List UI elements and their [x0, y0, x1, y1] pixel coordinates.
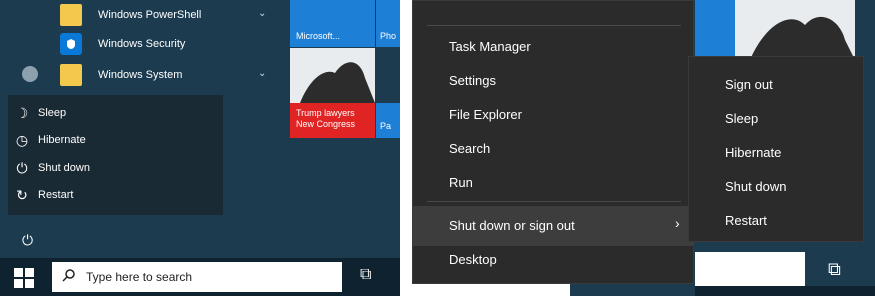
app-label: Windows Security: [98, 38, 186, 50]
task-view-icon[interactable]: ⧉: [360, 266, 371, 284]
sleep-icon: ☽: [15, 104, 29, 121]
app-windows-powershell[interactable]: Windows PowerShell: [60, 2, 201, 28]
submenu-item-hibernate[interactable]: Hibernate: [725, 145, 781, 160]
menu-item-file-explorer[interactable]: File Explorer: [449, 107, 522, 122]
tile-news[interactable]: Trump lawyers New Congress: [290, 103, 375, 138]
submenu-item-restart[interactable]: Restart: [725, 213, 767, 228]
power-icon[interactable]: ⏻: [22, 232, 33, 249]
chevron-down-icon[interactable]: ⌄: [258, 68, 266, 79]
menu-item-shut-down-or-sign-out[interactable]: Shut down or sign out: [449, 218, 575, 233]
folder-icon: [60, 4, 82, 26]
app-windows-security[interactable]: Windows Security: [60, 31, 185, 57]
tile-label: Pa: [380, 121, 392, 131]
task-view-icon[interactable]: ⧉: [828, 259, 841, 280]
search-icon: [62, 268, 76, 287]
power-menu-restart[interactable]: ↻ Restart: [12, 184, 73, 206]
tile-right-photo[interactable]: [735, 0, 855, 60]
power-menu-label: Sleep: [38, 107, 67, 119]
shield-icon: [60, 33, 82, 55]
submenu-item-shut-down[interactable]: Shut down: [725, 179, 786, 194]
power-menu-hibernate[interactable]: ◷ Hibernate: [12, 129, 86, 151]
tile-label: Microsoft...: [296, 31, 341, 41]
shutdown-submenu: Sign out Sleep Hibernate Shut down Resta…: [688, 56, 864, 242]
tile-photos[interactable]: Pho: [376, 0, 400, 47]
menu-item-settings[interactable]: Settings: [449, 73, 496, 88]
windows-icon[interactable]: [14, 268, 34, 288]
news-photo-icon: [290, 48, 375, 103]
hibernate-icon: ◷: [15, 131, 29, 148]
power-menu-label: Shut down: [38, 162, 90, 174]
search-input[interactable]: Type here to search: [52, 262, 342, 292]
restart-icon: ↻: [16, 186, 28, 203]
tile-news-image[interactable]: [290, 48, 375, 103]
winx-context-menu: Task Manager Settings File Explorer Sear…: [412, 0, 694, 284]
power-menu-label: Restart: [38, 189, 74, 201]
app-label: Windows System: [98, 69, 183, 81]
menu-separator: [427, 25, 681, 26]
tile-pa[interactable]: Pa: [376, 103, 400, 138]
app-label: Windows PowerShell: [98, 9, 202, 21]
menu-item-task-manager[interactable]: Task Manager: [449, 39, 531, 54]
chevron-down-icon[interactable]: ⌄: [258, 8, 266, 19]
submenu-item-sleep[interactable]: Sleep: [725, 111, 758, 126]
tile-label: Pho: [380, 31, 397, 41]
folder-icon: [60, 64, 82, 86]
menu-item-desktop[interactable]: Desktop: [449, 252, 497, 267]
submenu-item-sign-out[interactable]: Sign out: [725, 77, 773, 92]
search-placeholder: Type here to search: [86, 270, 193, 284]
avatar[interactable]: [22, 66, 38, 82]
power-menu-sleep[interactable]: ☽ Sleep: [12, 102, 66, 124]
tile-microsoft[interactable]: Microsoft...: [290, 0, 375, 47]
menu-item-search[interactable]: Search: [449, 141, 490, 156]
news-photo-icon: [735, 0, 855, 60]
menu-item-run[interactable]: Run: [449, 175, 473, 190]
app-windows-system[interactable]: Windows System: [60, 62, 182, 88]
chevron-right-icon: ›: [675, 215, 680, 231]
menu-separator: [427, 201, 681, 202]
taskbar-right: [695, 286, 875, 296]
power-menu-shut-down[interactable]: ⏻ Shut down: [12, 157, 90, 179]
power-icon: ⏻: [16, 159, 28, 176]
power-menu-label: Hibernate: [38, 134, 86, 146]
tile-label: Trump lawyers New Congress: [296, 108, 356, 129]
search-input-right[interactable]: [695, 252, 805, 286]
